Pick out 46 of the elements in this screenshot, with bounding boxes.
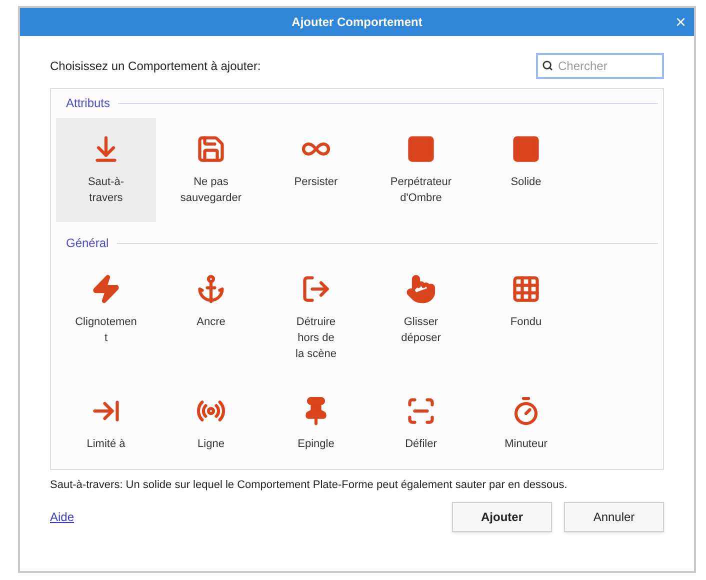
group-header: Attributs bbox=[66, 95, 110, 112]
behavior-label: Clignotemen t bbox=[75, 315, 137, 346]
behavior-item[interactable]: Ne pas sauvegarder bbox=[161, 118, 261, 222]
scan-frame-icon bbox=[406, 396, 436, 426]
behavior-label: Ne pas sauvegarder bbox=[180, 175, 242, 206]
hand-pointer-icon bbox=[406, 274, 436, 304]
search-field[interactable]: Chercher bbox=[536, 53, 664, 79]
behavior-item[interactable]: Ligne bbox=[161, 380, 261, 469]
behavior-label: Ancre bbox=[196, 315, 226, 330]
behavior-item[interactable]: Saut-à- travers bbox=[56, 118, 156, 222]
behavior-label: Fondu bbox=[510, 315, 542, 330]
description-text: Saut-à-travers: Un solide sur lequel le Comportement Plate-Forme peut également sauter par en dessous. bbox=[50, 478, 568, 493]
behavior-label: Défiler bbox=[405, 437, 437, 452]
behavior-item[interactable]: Détruire hors de la scène bbox=[266, 258, 366, 362]
behavior-label: Saut-à- travers bbox=[88, 175, 124, 206]
behavior-item[interactable]: Solide bbox=[476, 118, 576, 222]
behavior-item[interactable]: Défiler bbox=[371, 380, 471, 469]
behavior-item[interactable]: Perpétrateur d'Ombre bbox=[371, 118, 471, 222]
behavior-label: Perpétrateur d'Ombre bbox=[390, 175, 452, 206]
close-button[interactable]: × bbox=[675, 8, 686, 36]
search-icon bbox=[542, 60, 553, 71]
behavior-item[interactable]: Fondu bbox=[476, 258, 576, 362]
behavior-item[interactable]: Persister bbox=[266, 118, 366, 222]
behavior-label: Persister bbox=[294, 175, 338, 190]
behavior-item[interactable]: Limité à bbox=[56, 380, 156, 469]
group-header: Général bbox=[66, 235, 109, 252]
behavior-item[interactable]: Glisser déposer bbox=[371, 258, 471, 362]
behavior-label: Epingle bbox=[298, 437, 334, 452]
behavior-label: Solide bbox=[510, 175, 542, 190]
dialog-button[interactable]: Annuler bbox=[564, 502, 664, 532]
behavior-label: Glisser déposer bbox=[401, 315, 441, 346]
behavior-label: Ligne bbox=[198, 437, 224, 452]
behavior-item[interactable]: Ancre bbox=[161, 258, 261, 362]
behavior-item[interactable]: Clignotemen t bbox=[56, 258, 156, 362]
behavior-label: Détruire hors de la scène bbox=[296, 315, 336, 362]
square-icon bbox=[511, 134, 541, 164]
behavior-item[interactable]: Minuteur bbox=[476, 380, 576, 469]
anchor-icon bbox=[196, 274, 226, 304]
lightning-icon bbox=[91, 274, 121, 304]
prompt-text: Choisissez un Comportement à ajouter: bbox=[50, 58, 261, 75]
behavior-item[interactable]: Epingle bbox=[266, 380, 366, 469]
help-link[interactable]: Aide bbox=[50, 508, 74, 526]
behavior-label: Minuteur bbox=[504, 437, 548, 452]
behavior-label: Limité à bbox=[86, 437, 126, 452]
window-title: Ajouter Comportement bbox=[292, 14, 422, 31]
dialog-button[interactable]: Ajouter bbox=[452, 502, 552, 532]
